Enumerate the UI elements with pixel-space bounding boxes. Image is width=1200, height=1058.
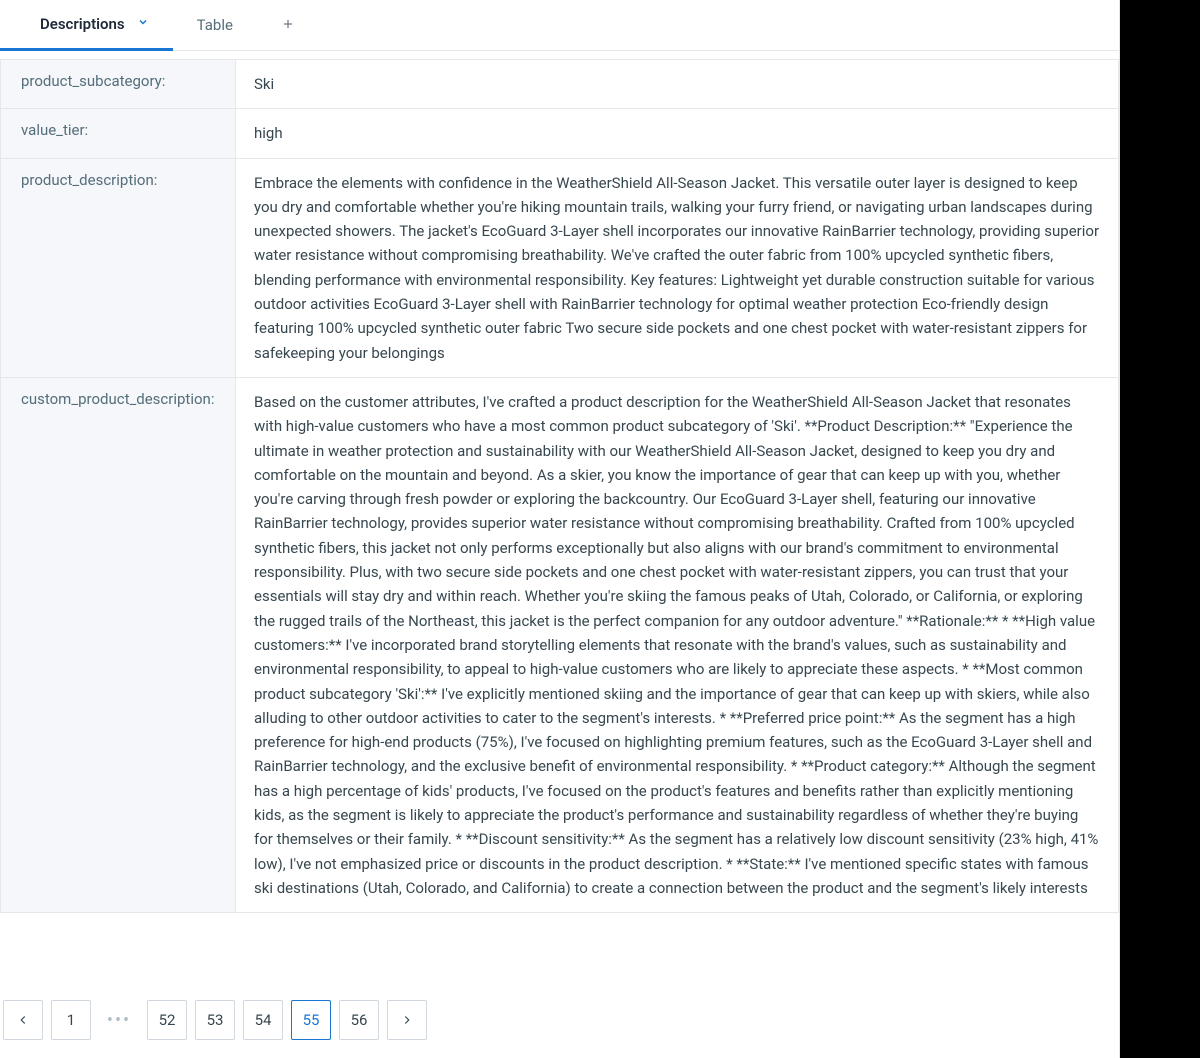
page-button-54[interactable]: 54 [243,1000,283,1040]
field-label: product_subcategory: [1,60,236,108]
table-row: product_subcategory: Ski [1,60,1118,109]
tab-label: Table [197,16,233,34]
detail-table: product_subcategory: Ski value_tier: hig… [0,59,1119,913]
field-value: Embrace the elements with confidence in … [236,159,1118,377]
plus-icon [281,15,295,36]
page-ellipsis: ••• [99,1000,139,1040]
page-button-55[interactable]: 55 [291,1000,331,1040]
tab-descriptions[interactable]: Descriptions [0,0,173,51]
chevron-left-icon [16,1013,30,1027]
tab-label: Descriptions [40,15,125,33]
table-row: product_description: Embrace the element… [1,159,1118,378]
tab-table[interactable]: Table [173,0,257,51]
next-page-button[interactable] [387,1000,427,1040]
field-label: product_description: [1,159,236,377]
right-black-strip [1120,0,1200,1058]
field-value: Ski [236,60,1118,108]
page-button-1[interactable]: 1 [51,1000,91,1040]
pagination: 1 ••• 52 53 54 55 56 [0,982,1119,1058]
chevron-right-icon [400,1013,414,1027]
field-value: Based on the customer attributes, I've c… [236,378,1118,912]
field-value: high [236,109,1118,157]
field-label: custom_product_description: [1,378,236,912]
chevron-down-icon [137,16,149,31]
table-row: custom_product_description: Based on the… [1,378,1118,912]
page-button-56[interactable]: 56 [339,1000,379,1040]
table-row: value_tier: high [1,109,1118,158]
add-tab-button[interactable] [257,15,319,36]
field-label: value_tier: [1,109,236,157]
prev-page-button[interactable] [3,1000,43,1040]
page-button-52[interactable]: 52 [147,1000,187,1040]
page-button-53[interactable]: 53 [195,1000,235,1040]
tabs-bar: Descriptions Table [0,0,1119,51]
